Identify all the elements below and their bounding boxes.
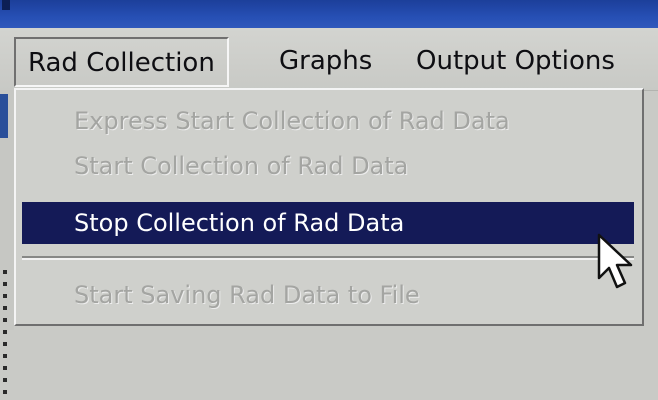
background-dotted-line [3,270,7,400]
menu-item-start-collection: Start Collection of Rad Data [74,152,409,180]
rad-collection-dropdown: Express Start Collection of Rad Data Sta… [14,88,644,326]
menu-item-start-saving-to-file: Start Saving Rad Data to File [74,281,420,309]
menu-graphs[interactable]: Graphs [265,37,386,87]
menu-item-express-start-collection: Express Start Collection of Rad Data [74,107,510,135]
menu-rad-collection[interactable]: Rad Collection [14,37,229,87]
background-blue-panel [0,94,8,138]
menu-item-stop-collection[interactable]: Stop Collection of Rad Data [22,202,634,244]
window-title-bar [0,0,658,28]
background-window-edge [0,90,14,400]
title-bar-edge [2,0,10,10]
menu-separator [22,256,634,260]
menu-bar: Rad Collection Graphs Output Options [0,28,658,91]
arrow-pointer-icon [597,233,633,289]
menu-output-options[interactable]: Output Options [402,37,629,87]
